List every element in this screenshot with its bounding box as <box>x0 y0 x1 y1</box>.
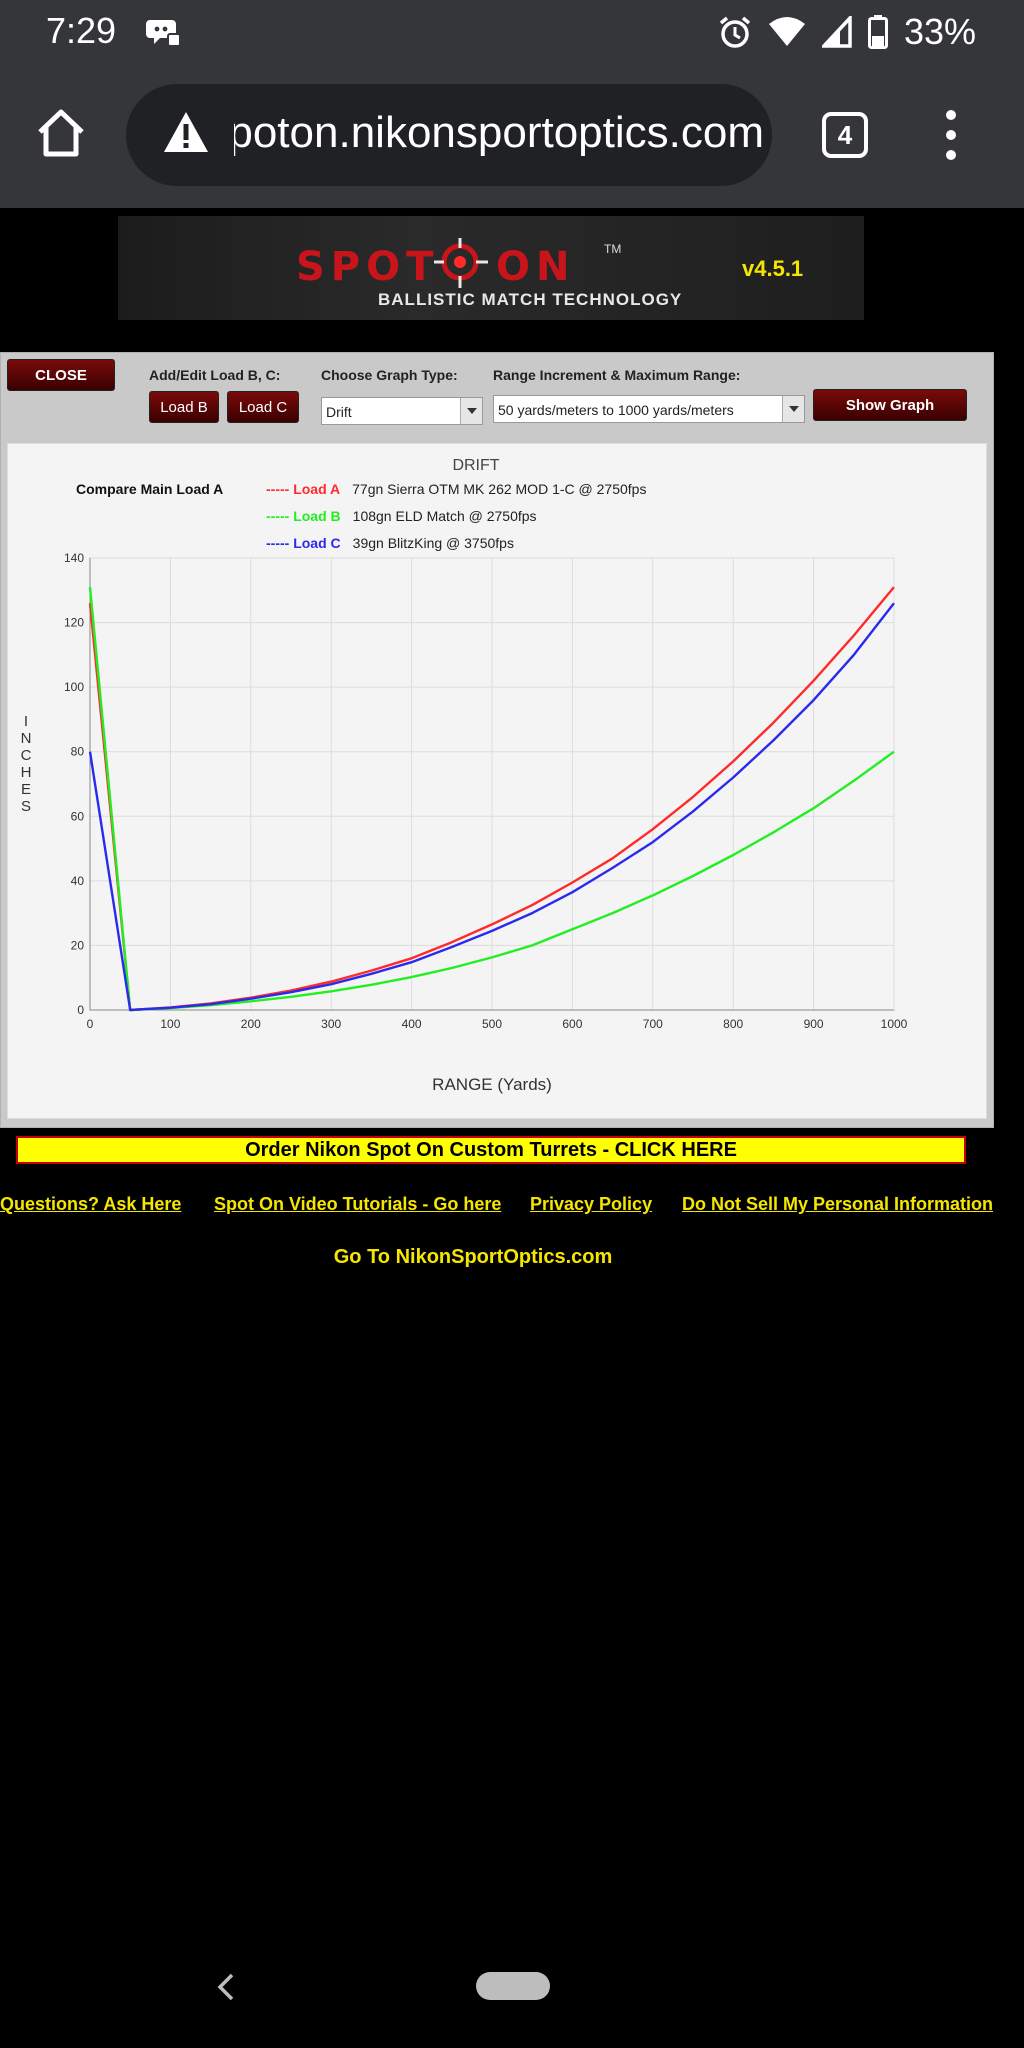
x-tick-label: 300 <box>321 1017 341 1031</box>
home-icon[interactable] <box>34 106 88 160</box>
more-menu-icon[interactable] <box>938 110 964 162</box>
x-tick-label: 100 <box>160 1017 180 1031</box>
x-tick-label: 0 <box>87 1017 94 1031</box>
do-not-sell-link[interactable]: Do Not Sell My Personal Information <box>682 1194 993 1215</box>
order-turrets-link[interactable]: Order Nikon Spot On Custom Turrets - CLI… <box>16 1136 966 1164</box>
chart-title: DRIFT <box>452 457 499 474</box>
y-axis-label-letter: N <box>21 730 32 747</box>
y-axis-label-letter: I <box>24 713 28 730</box>
status-time: 7:29 <box>46 10 117 51</box>
y-tick-label: 20 <box>71 938 85 952</box>
drift-graph: 0 100 200 300 400 500 600 700 800 900 1000 0 20 40 60 8… <box>7 443 987 1119</box>
y-tick-label: 80 <box>71 745 85 759</box>
legend-entry-load-a: ----- Load A 77gn Sierra OTM MK 262 MOD 1… <box>266 481 646 497</box>
back-nav-icon[interactable] <box>214 1972 238 2002</box>
load-c-button[interactable]: Load C <box>227 391 299 423</box>
y-tick-label: 140 <box>64 551 84 565</box>
address-bar[interactable]: spoton.nikonsportoptics.com <box>126 84 772 186</box>
compare-label: Compare Main Load A <box>76 481 223 497</box>
chevron-down-icon[interactable] <box>460 398 482 424</box>
spot-on-banner: SPOT ON TM BALLISTIC MATCH TECHNOLOGY v4… <box>118 216 864 320</box>
reticle-logo-icon <box>434 238 488 288</box>
y-tick-label: 40 <box>71 874 85 888</box>
home-nav-pill[interactable] <box>476 1972 550 2000</box>
y-axis-label-letter: H <box>21 764 32 781</box>
x-tick-label: 900 <box>804 1017 824 1031</box>
discord-notification-icon <box>146 20 181 47</box>
y-axis-label-letter: C <box>21 747 32 764</box>
status-icons: 33% <box>718 11 976 52</box>
y-tick-label: 60 <box>71 809 85 823</box>
graph-type-select[interactable]: Drift <box>321 397 483 425</box>
y-tick-label: 0 <box>77 1003 84 1017</box>
x-tick-label: 600 <box>562 1017 582 1031</box>
logo-spot-text: SPOT <box>296 244 440 290</box>
logo-trademark: TM <box>604 242 622 256</box>
url-text[interactable]: spoton.nikonsportoptics.com <box>234 108 764 158</box>
logo-subtitle: BALLISTIC MATCH TECHNOLOGY <box>378 290 683 309</box>
x-tick-label: 700 <box>643 1017 663 1031</box>
range-label: Range Increment & Maximum Range: <box>493 367 741 383</box>
alarm-icon <box>719 16 751 48</box>
y-axis-label-letter: S <box>21 798 31 815</box>
x-axis-label: RANGE (Yards) <box>432 1075 552 1094</box>
web-page: SPOT ON TM BALLISTIC MATCH TECHNOLOGY v4… <box>0 208 1024 2048</box>
warning-icon[interactable] <box>162 110 210 154</box>
browser-toolbar: spoton.nikonsportoptics.com 4 <box>0 66 1024 208</box>
y-tick-label: 100 <box>64 680 84 694</box>
status-bar: 7:29 33% <box>0 0 1024 66</box>
x-tick-label: 800 <box>723 1017 743 1031</box>
questions-link[interactable]: Questions? Ask Here <box>0 1194 181 1215</box>
range-select[interactable]: 50 yards/meters to 1000 yards/meters <box>493 395 805 423</box>
graph-panel: CLOSE Add/Edit Load B, C: Load B Load C … <box>0 352 994 1128</box>
battery-icon <box>867 15 888 49</box>
version-label: v4.5.1 <box>742 256 804 281</box>
nikon-home-link[interactable]: Go To NikonSportOptics.com <box>0 1246 946 1269</box>
load-b-button[interactable]: Load B <box>149 391 219 423</box>
privacy-policy-link[interactable]: Privacy Policy <box>530 1194 652 1215</box>
x-tick-label: 500 <box>482 1017 502 1031</box>
add-edit-label: Add/Edit Load B, C: <box>149 367 281 383</box>
legend-entry-load-c: ----- Load C 39gn BlitzKing @ 3750fps <box>266 535 514 551</box>
battery-percent: 33% <box>903 11 976 52</box>
graph-type-label: Choose Graph Type: <box>321 367 458 383</box>
chevron-down-icon[interactable] <box>782 396 804 422</box>
show-graph-button[interactable]: Show Graph <box>813 389 967 421</box>
close-button[interactable]: CLOSE <box>7 359 115 391</box>
x-tick-label: 1000 <box>881 1017 908 1031</box>
x-tick-label: 400 <box>402 1017 422 1031</box>
legend-entry-load-b: ----- Load B 108gn ELD Match @ 2750fps <box>266 508 537 524</box>
logo-on-text: ON <box>496 244 576 290</box>
y-axis-label-letter: E <box>21 781 31 798</box>
drift-chart: 0 100 200 300 400 500 600 700 800 900 1000 0 20 40 60 8… <box>21 457 908 1094</box>
video-tutorials-link[interactable]: Spot On Video Tutorials - Go here <box>214 1194 501 1215</box>
y-tick-label: 120 <box>64 616 84 630</box>
x-tick-label: 200 <box>241 1017 261 1031</box>
tab-switcher-button[interactable]: 4 <box>822 112 868 158</box>
wifi-icon <box>768 17 805 46</box>
cell-signal-icon <box>821 16 852 48</box>
